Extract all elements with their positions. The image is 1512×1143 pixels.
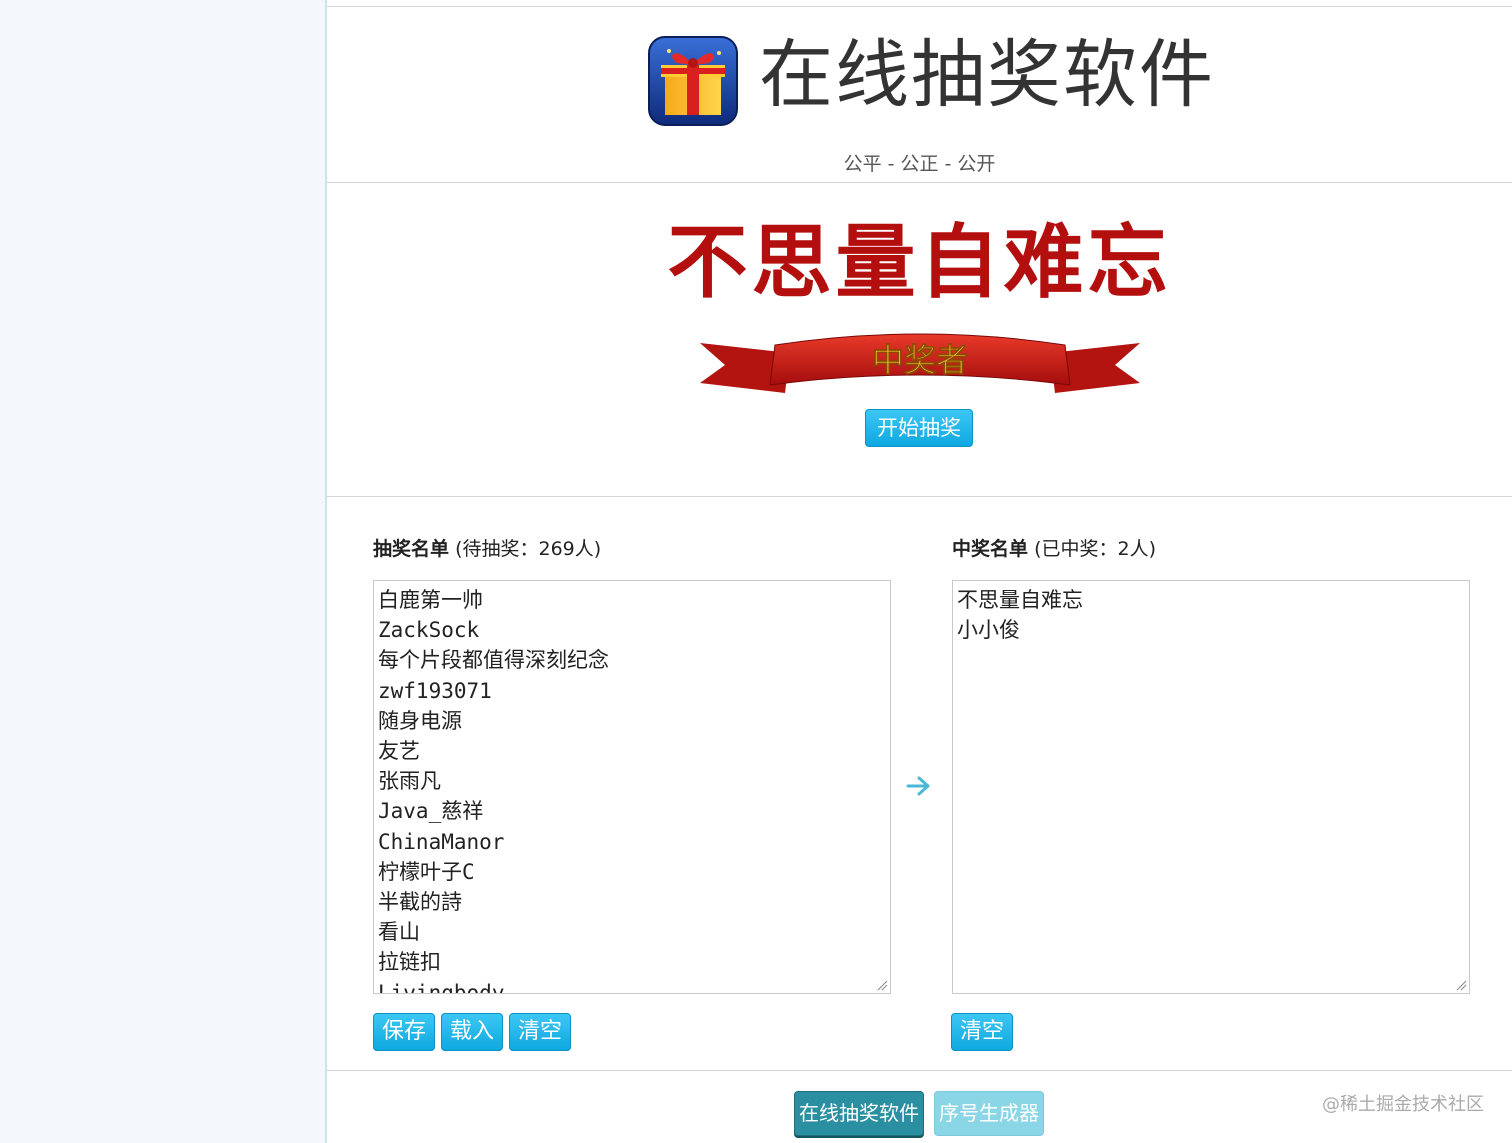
header: 在线抽奖软件 公平 - 公正 - 公开 xyxy=(327,7,1512,183)
nav-serial-generator-button[interactable]: 序号生成器 xyxy=(934,1091,1044,1136)
resize-handle-icon[interactable] xyxy=(1455,979,1467,991)
list-item: 白鹿第一帅 xyxy=(378,588,483,612)
page: 在线抽奖软件 公平 - 公正 - 公开 不思量自难忘 中奖者 开始抽奖 抽奖名单… xyxy=(0,0,1512,1143)
save-button[interactable]: 保存 xyxy=(373,1013,435,1051)
list-item: 小小俊 xyxy=(957,618,1020,643)
list-item: 拉链扣 xyxy=(378,950,441,975)
pool-entries: 白鹿第一帅 ZackSock 每个片段都值得深刻纪念 zwf193071 随身电源友艺张… xyxy=(378,585,886,994)
pool-list[interactable]: 白鹿第一帅 ZackSock 每个片段都值得深刻纪念 zwf193071 随身电源友艺张… xyxy=(373,580,891,994)
list-item: 不思量自难忘 xyxy=(957,588,1083,612)
pool-label-title: 抽奖名单 xyxy=(373,538,450,560)
ribbon-label: 中奖者 xyxy=(872,341,968,379)
main-content: 在线抽奖软件 公平 - 公正 - 公开 不思量自难忘 中奖者 开始抽奖 抽奖名单… xyxy=(327,0,1512,1143)
winners-label-title: 中奖名单 xyxy=(952,538,1029,560)
clear-pool-button[interactable]: 清空 xyxy=(509,1013,571,1051)
arrow-right-icon xyxy=(906,776,930,796)
winners-label: 中奖名单 (已中奖：2人) xyxy=(952,534,1156,561)
gift-box-icon xyxy=(648,36,738,126)
watermark: @稀土掘金技术社区 xyxy=(1322,1094,1484,1115)
resize-handle-icon[interactable] xyxy=(876,979,888,991)
clear-winners-button[interactable]: 清空 xyxy=(951,1013,1013,1051)
winner-display: 不思量自难忘 中奖者 开始抽奖 xyxy=(327,183,1512,497)
app-title: 在线抽奖软件 xyxy=(759,32,1215,118)
footer-divider xyxy=(327,1070,1512,1071)
list-item: Java_慈祥 xyxy=(378,799,484,824)
winners-label-count: (已中奖：2人) xyxy=(1034,538,1156,560)
list-item: zwf193071 xyxy=(378,678,492,703)
winner-ribbon: 中奖者 xyxy=(700,333,1140,393)
list-item: Livingbody xyxy=(378,980,505,994)
current-winner-name: 不思量自难忘 xyxy=(667,216,1172,309)
list-item: 友艺 xyxy=(378,739,420,764)
load-button[interactable]: 载入 xyxy=(441,1013,503,1051)
nav-lottery-button[interactable]: 在线抽奖软件 xyxy=(794,1091,924,1136)
list-item: 半截的詩 xyxy=(378,890,462,915)
list-item: 随身电源 xyxy=(378,708,462,733)
list-item: ZackSock xyxy=(378,618,480,643)
left-sidebar xyxy=(0,0,327,1143)
winners-list[interactable]: 不思量自难忘 小小俊 xyxy=(952,580,1470,994)
slogan: 公平 - 公正 - 公开 xyxy=(843,153,996,175)
list-item: ChinaManor xyxy=(378,829,505,854)
list-item: 看山 xyxy=(378,920,420,945)
pool-label: 抽奖名单 (待抽奖：269人) xyxy=(373,534,601,561)
start-draw-button[interactable]: 开始抽奖 xyxy=(865,409,973,447)
pool-label-count: (待抽奖：269人) xyxy=(455,538,602,560)
list-item: 柠檬叶子C xyxy=(378,859,475,884)
list-item: 张雨凡 xyxy=(378,769,441,794)
winner-entries: 不思量自难忘 小小俊 xyxy=(957,585,1465,645)
list-item: 每个片段都值得深刻纪念 xyxy=(378,648,609,673)
